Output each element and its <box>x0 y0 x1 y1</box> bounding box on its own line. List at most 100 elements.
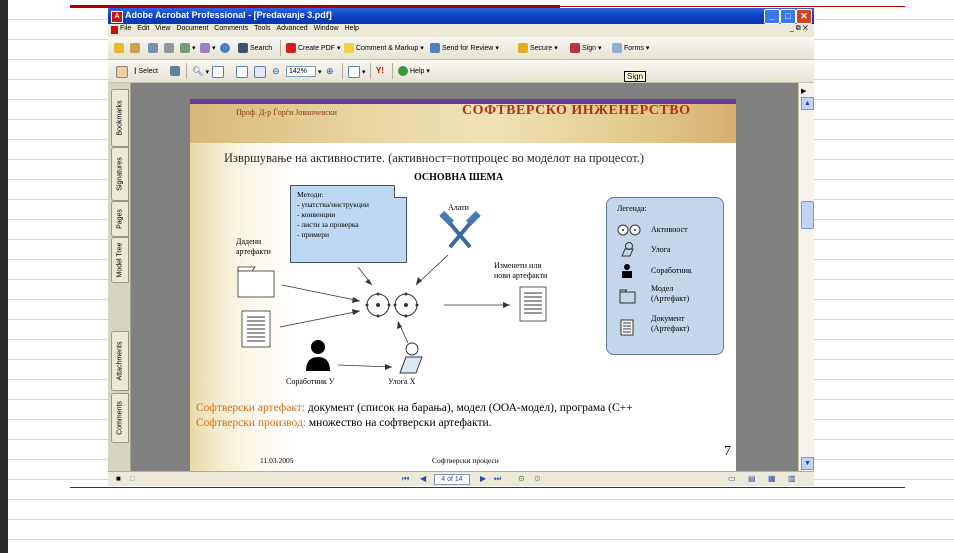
tools-label: Алати <box>448 203 469 212</box>
continuous-view-button[interactable]: ▤ <box>748 474 756 483</box>
tab-pages[interactable]: Pages <box>111 201 129 237</box>
legend-model-icon <box>619 289 636 304</box>
organizer-button[interactable] <box>130 43 140 53</box>
help-icon <box>398 66 408 76</box>
rotate-button[interactable]: ▾ <box>348 66 366 78</box>
fit-page-button[interactable] <box>236 66 248 78</box>
save-icon <box>148 43 158 53</box>
comment-icon <box>344 43 354 53</box>
tab-bookmarks-label: Bookmarks <box>116 100 124 136</box>
create-pdf-button[interactable]: Create PDF ▾ <box>286 43 340 53</box>
sign-button[interactable]: Sign ▾ <box>570 43 602 53</box>
previous-page-button[interactable]: ◀ <box>420 474 426 483</box>
maximize-button[interactable]: □ <box>780 9 796 24</box>
collapse-panel-arrow[interactable]: ▶ <box>801 87 806 95</box>
legend-activity-icon <box>617 224 641 236</box>
menu-edit[interactable]: Edit <box>137 25 149 32</box>
single-page-view-button[interactable]: ▭ <box>728 474 736 483</box>
software-product-line: Софтверски производ: множество на софтве… <box>196 417 492 429</box>
comment-markup-button[interactable]: Comment & Markup ▾ <box>344 43 424 53</box>
tab-signatures[interactable]: Signatures <box>111 147 129 201</box>
pdf-page: Проф. Д-р Ѓорѓи Јованчевски СОФТВЕРСКО И… <box>190 99 736 471</box>
tab-comments[interactable]: Comments <box>111 393 129 443</box>
menu-comments[interactable]: Comments <box>214 25 248 32</box>
facing-view-button[interactable]: ▦ <box>768 474 776 483</box>
page-field-wrap[interactable]: 4 of 14 <box>434 474 470 485</box>
menu-tools[interactable]: Tools <box>254 25 270 32</box>
status-icon-second[interactable]: □ <box>130 474 135 483</box>
create-pdf-label: Create PDF <box>298 44 335 52</box>
minimize-button[interactable]: _ <box>764 9 780 24</box>
fit-width-button[interactable] <box>254 66 266 78</box>
menu-bar: File Edit View Document Comments Tools A… <box>108 24 814 36</box>
help-label: Help <box>410 67 425 75</box>
print-button[interactable] <box>164 43 174 53</box>
go-back-button[interactable]: ⊙ <box>518 474 525 483</box>
close-button[interactable]: ✕ <box>796 9 812 24</box>
tab-pages-label: Pages <box>116 209 124 229</box>
actual-size-button[interactable] <box>212 66 224 78</box>
scroll-up-arrow[interactable]: ▲ <box>801 97 814 110</box>
tab-model-tree[interactable]: Model Tree <box>111 237 129 283</box>
first-page-button[interactable]: ⏮ <box>402 474 409 484</box>
forms-button[interactable]: Forms ▾ <box>612 43 649 53</box>
document-pane[interactable]: Проф. Д-р Ѓорѓи Јованчевски СОФТВЕРСКО И… <box>131 83 798 471</box>
window-title: Adobe Acrobat Professional - [Predavanje… <box>125 10 332 20</box>
menu-view[interactable]: View <box>155 25 170 32</box>
vertical-scrollbar[interactable]: ▲ ▼ <box>798 83 814 471</box>
arrow-heads <box>352 277 510 370</box>
secure-button[interactable]: Secure ▾ <box>518 43 558 53</box>
snapshot-button[interactable] <box>170 66 180 76</box>
scroll-down-arrow[interactable]: ▼ <box>801 457 814 470</box>
document-window-controls[interactable]: _ ⧉ ✕ <box>790 25 808 33</box>
legend-activity-label: Активност <box>651 225 688 234</box>
help-button[interactable]: Help ▾ <box>398 66 430 76</box>
legend-model-label: Модел (Артефакт) <box>651 284 689 304</box>
toolbar-separator <box>392 63 393 79</box>
magnifier-icon: 🔍︎ <box>192 66 204 76</box>
legend-model-line: (Артефакт) <box>651 294 690 303</box>
slide-footer-date: 11.03.2005 <box>260 456 294 465</box>
menu-help[interactable]: Help <box>345 25 359 32</box>
menu-advanced[interactable]: Advanced <box>276 25 307 32</box>
send-review-button[interactable]: Send for Review ▾ <box>430 43 499 53</box>
go-forward-button[interactable]: ⊙ <box>534 474 541 483</box>
save-button[interactable] <box>148 43 158 53</box>
output-document-icon <box>519 286 547 322</box>
sign-tooltip: Sign <box>624 71 647 82</box>
zoom-tool-button[interactable]: 🔍︎ ▾ <box>192 66 209 77</box>
menu-file[interactable]: File <box>120 25 131 32</box>
text-cursor-icon: I <box>134 66 137 76</box>
browse-button[interactable] <box>220 43 230 53</box>
title-bar[interactable]: A Adobe Acrobat Professional - [Predavan… <box>108 8 814 24</box>
last-page-button[interactable]: ⏭ <box>494 474 501 484</box>
zoom-level-field[interactable]: 142% ▾ <box>286 66 322 77</box>
zoom-out-button[interactable]: ⊖ <box>272 66 280 77</box>
next-page-button[interactable]: ▶ <box>480 474 486 483</box>
search-button[interactable]: Search <box>238 43 272 53</box>
menu-window[interactable]: Window <box>314 25 339 32</box>
status-icon-left[interactable]: ■ <box>116 474 121 483</box>
actual-size-icon <box>212 66 224 78</box>
yahoo-button[interactable]: Y! <box>376 66 384 75</box>
given-artifacts-label: Дадени артефакти <box>236 237 271 257</box>
lock-icon <box>518 43 528 53</box>
menu-document[interactable]: Document <box>176 25 208 32</box>
zoom-in-button[interactable]: ⊕ <box>326 66 334 77</box>
toolbar-separator <box>370 63 371 79</box>
email-button[interactable]: ▾ <box>180 43 196 53</box>
software-product-text: множество на софтверски артефакти. <box>306 417 492 429</box>
continuous-facing-view-button[interactable]: ▥ <box>788 474 796 483</box>
attach-button[interactable]: ▾ <box>200 43 216 53</box>
tab-bookmarks[interactable]: Bookmarks <box>111 89 129 147</box>
tab-attachments[interactable]: Attachments <box>111 331 129 391</box>
zoom-input[interactable]: 142% <box>286 66 316 77</box>
slide-page-number: 7 <box>724 444 731 459</box>
comment-markup-label: Comment & Markup <box>356 44 419 52</box>
scroll-thumb[interactable] <box>801 201 814 229</box>
open-button[interactable] <box>114 43 124 53</box>
navigation-tabs: Bookmarks Signatures Pages Model Tree At… <box>108 83 131 471</box>
page-number-input[interactable]: 4 of 14 <box>434 474 470 485</box>
select-tool-button[interactable]: I Select <box>134 66 158 76</box>
hand-tool-button[interactable] <box>116 66 128 78</box>
